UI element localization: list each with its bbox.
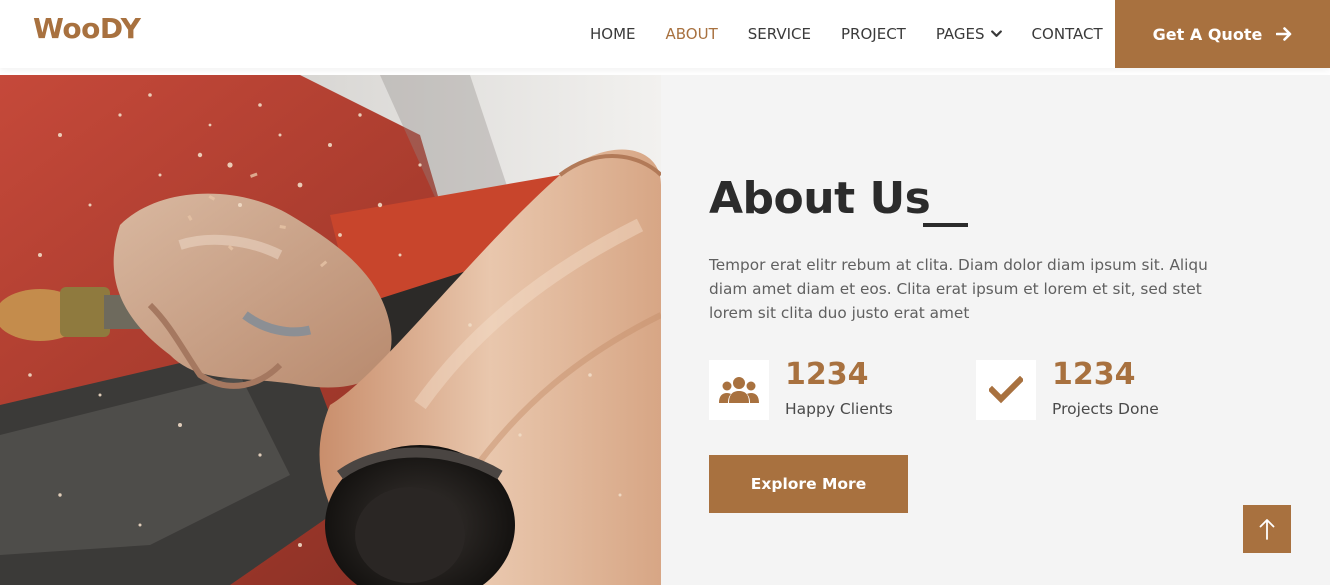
nav-item-service[interactable]: SERVICE — [748, 25, 811, 43]
stat-number: 1234 — [1052, 357, 1136, 392]
navbar: WooDY HOME ABOUT SERVICE PROJECT PAGES C… — [0, 0, 1330, 68]
brand-logo[interactable]: WooDY — [33, 12, 141, 45]
check-icon — [976, 360, 1036, 420]
nav-item-pages[interactable]: PAGES — [936, 25, 1002, 43]
chevron-down-icon — [990, 30, 1002, 37]
nav-item-about[interactable]: ABOUT — [666, 25, 718, 43]
arrow-right-icon — [1276, 27, 1292, 41]
back-to-top-button[interactable] — [1243, 505, 1291, 553]
about-section: About Us Tempor erat elitr rebum at clit… — [661, 75, 1330, 585]
nav-item-home[interactable]: HOME — [590, 25, 636, 43]
about-title: About Us — [709, 173, 931, 224]
check-icon-graphic — [989, 376, 1023, 404]
nav-item-pages-label: PAGES — [935, 25, 985, 43]
get-a-quote-button[interactable]: Get A Quote — [1115, 0, 1330, 68]
users-icon — [709, 360, 769, 420]
explore-more-button[interactable]: Explore More — [709, 455, 908, 513]
nav-item-contact[interactable]: CONTACT — [1032, 25, 1103, 43]
nav-links: HOME ABOUT SERVICE PROJECT PAGES CONTACT — [575, 0, 1118, 68]
stat-label: Happy Clients — [785, 400, 893, 418]
stat-label: Projects Done — [1052, 400, 1159, 418]
users-icon-graphic — [719, 377, 759, 403]
get-a-quote-label: Get A Quote — [1152, 24, 1263, 44]
title-underline — [923, 223, 968, 227]
about-description: Tempor erat elitr rebum at clita. Diam d… — [709, 256, 1208, 322]
arrow-up-icon — [1259, 519, 1275, 540]
nav-item-project[interactable]: PROJECT — [841, 25, 906, 43]
woodturning-photo — [0, 75, 661, 585]
stat-number: 1234 — [785, 357, 869, 392]
woodturning-illustration — [0, 75, 661, 585]
